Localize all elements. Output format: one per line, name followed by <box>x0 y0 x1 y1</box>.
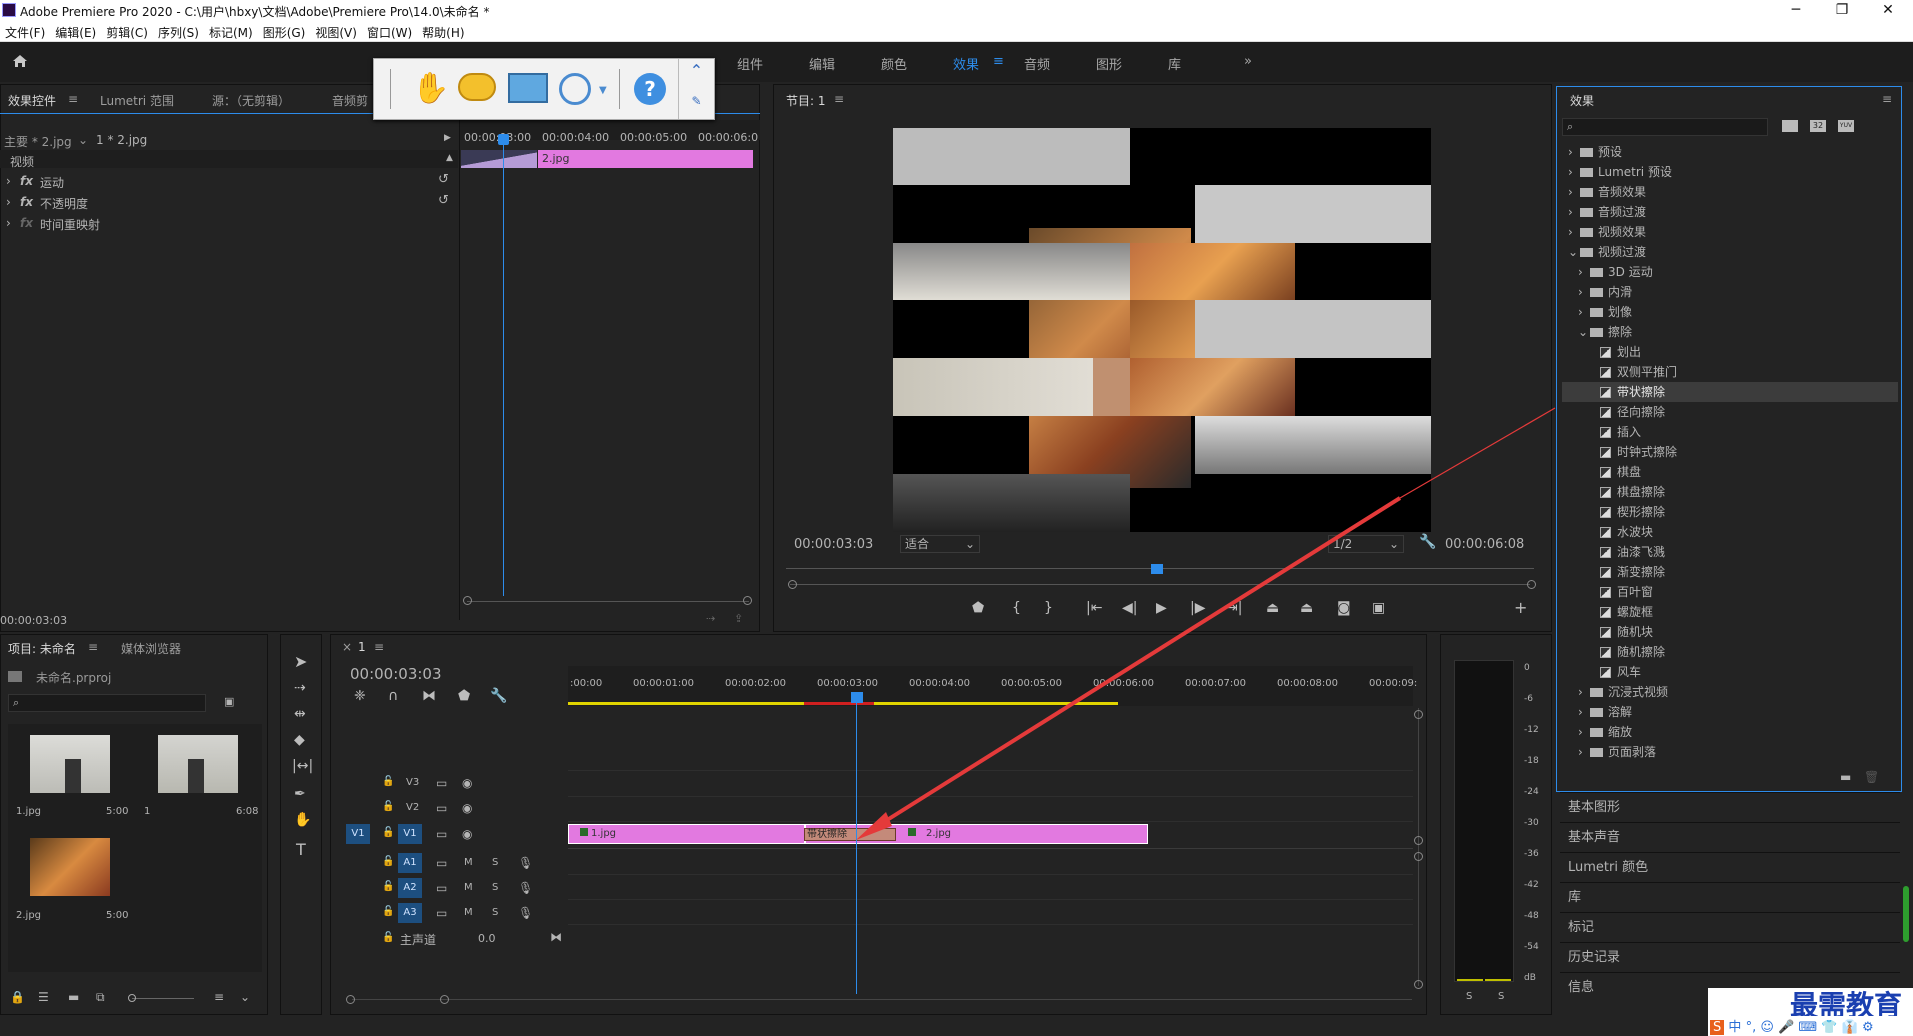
ime-punctuation[interactable]: °, <box>1746 1020 1757 1035</box>
ime-tools-icon[interactable]: 👔 <box>1842 1020 1858 1035</box>
ime-emoji-icon[interactable]: ☺ <box>1760 1020 1774 1035</box>
ime-keyboard-icon[interactable]: ⌨ <box>1798 1020 1817 1035</box>
annotation-arrow <box>856 407 1556 840</box>
ime-skin-icon[interactable]: 👕 <box>1821 1020 1837 1035</box>
ime-chinese-mode[interactable]: 中 <box>1728 1020 1741 1035</box>
ime-voice-icon[interactable]: 🎤 <box>1778 1020 1794 1035</box>
ime-toolbar: S 中 °, ☺ 🎤 ⌨ 👕 👔 ⚙ <box>1710 1016 1910 1036</box>
ime-settings-icon[interactable]: ⚙ <box>1862 1020 1874 1035</box>
sogou-icon[interactable]: S <box>1710 1020 1725 1035</box>
